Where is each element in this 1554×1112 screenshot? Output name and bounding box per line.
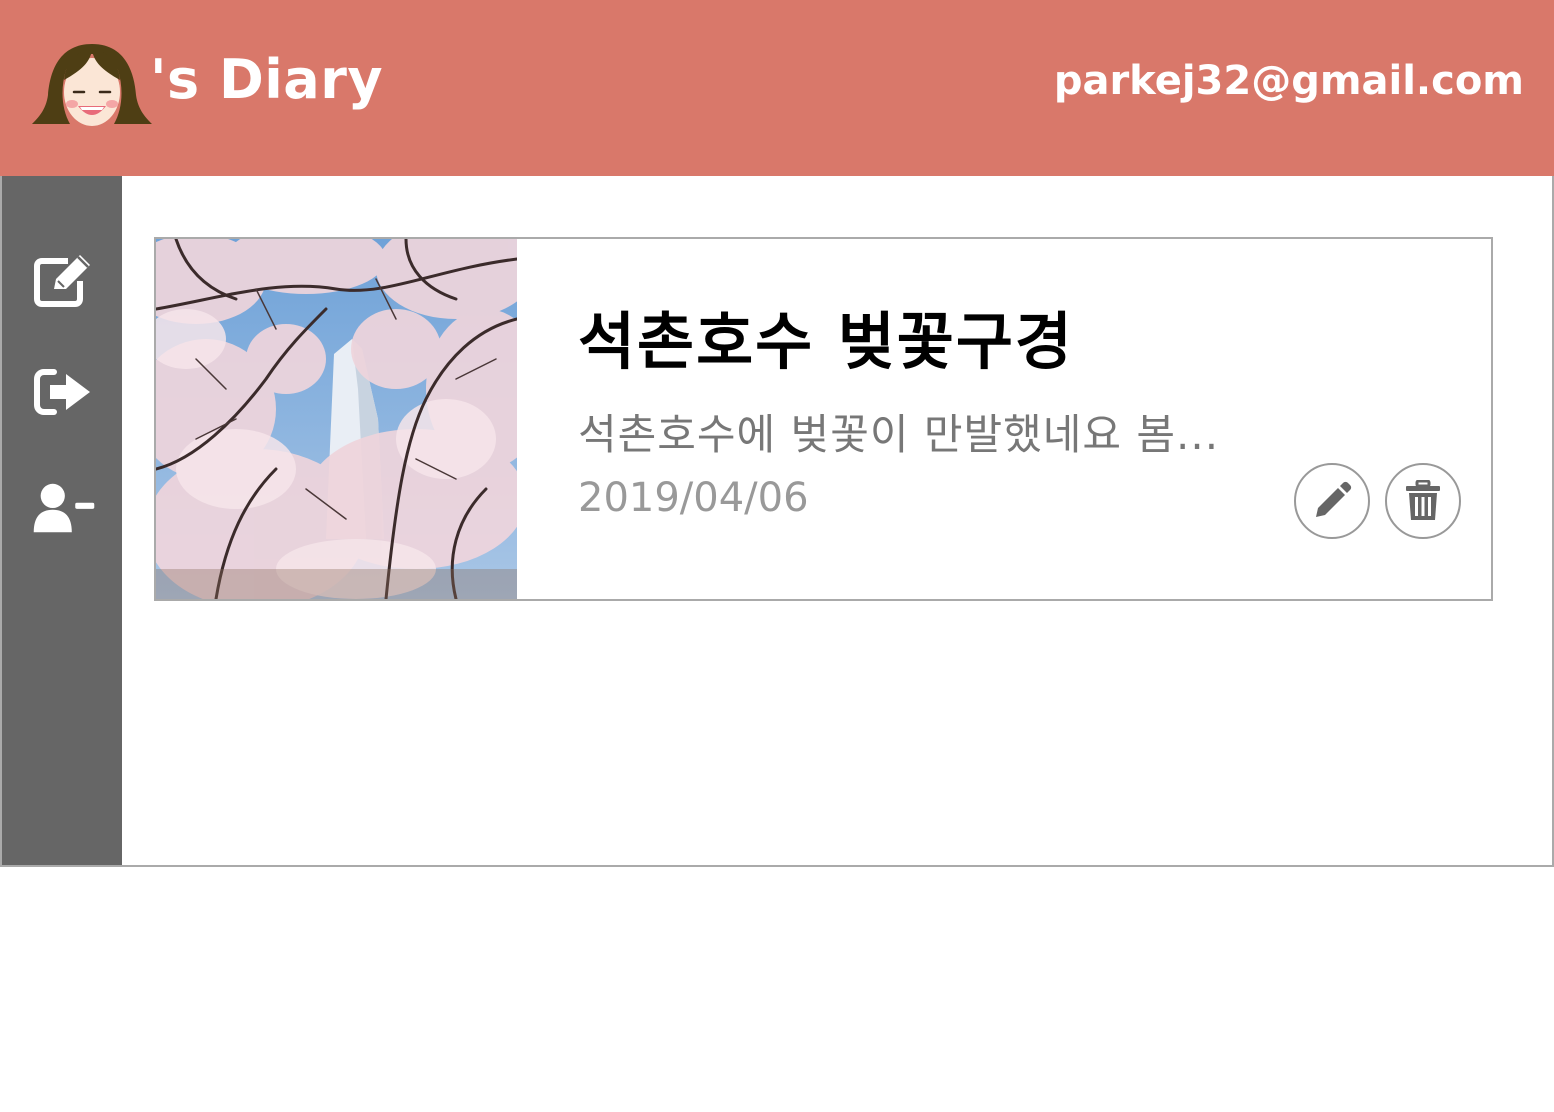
write-icon <box>34 255 90 307</box>
remove-user-button[interactable] <box>32 476 96 540</box>
diary-entry-card[interactable]: 석촌호수 벚꽃구경 석촌호수에 벚꽃이 만발했네요 봄... 2019/04/0… <box>154 237 1493 601</box>
entry-date: 2019/04/06 <box>578 475 809 521</box>
entry-excerpt: 석촌호수에 벚꽃이 만발했네요 봄... <box>578 410 1220 459</box>
avatar-logo[interactable] <box>30 40 154 130</box>
user-email: parkej32@gmail.com <box>1053 58 1524 104</box>
brand-title: 's Diary <box>150 48 384 111</box>
entry-title[interactable]: 석촌호수 벚꽃구경 <box>578 291 1074 381</box>
edit-entry-button[interactable] <box>1294 463 1370 539</box>
entry-thumbnail <box>156 239 517 599</box>
pencil-icon <box>1316 481 1352 517</box>
sign-out-button[interactable] <box>32 360 96 424</box>
cherry-blossom-photo <box>156 239 517 599</box>
header: 's Diary parkej32@gmail.com <box>0 0 1554 176</box>
sign-out-icon <box>34 369 90 415</box>
remove-user-icon <box>33 483 95 533</box>
delete-entry-button[interactable] <box>1385 463 1461 539</box>
girl-face-icon <box>32 44 152 126</box>
write-button[interactable] <box>32 248 96 312</box>
trash-icon <box>1406 480 1440 520</box>
sidebar <box>2 176 122 865</box>
